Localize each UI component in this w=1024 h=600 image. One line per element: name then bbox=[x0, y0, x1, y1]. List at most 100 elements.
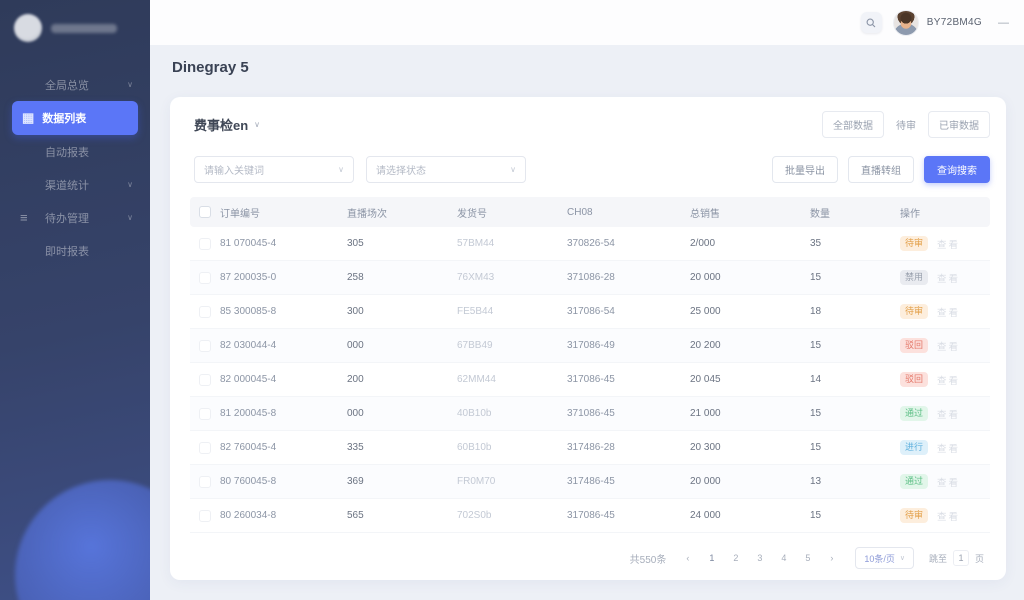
segment-3[interactable]: 已审数据 bbox=[928, 111, 990, 138]
cell-serial: 317086-45 bbox=[567, 510, 690, 521]
cell-num: 15 bbox=[810, 272, 900, 283]
cell-code: 62MM44 bbox=[457, 374, 567, 385]
cell-num: 18 bbox=[810, 306, 900, 317]
chevron-down-icon: ∨ bbox=[127, 80, 133, 89]
collapse-dash-icon[interactable]: — bbox=[998, 17, 1009, 29]
search-button[interactable] bbox=[861, 12, 882, 33]
segment-1[interactable]: 全部数据 bbox=[822, 111, 884, 138]
pagination-prev-icon[interactable]: ‹ bbox=[679, 550, 696, 567]
jump-label: 跳至 bbox=[929, 552, 947, 565]
user-avatar[interactable] bbox=[893, 10, 919, 36]
row-checkbox-cell bbox=[190, 510, 220, 522]
main-content: Dinegray 5 费事检en ∨ 全部数据待审已审数据 请输入关键词 ∨ 请… bbox=[150, 45, 1024, 600]
view-action-link[interactable]: 查看 bbox=[937, 271, 960, 285]
row-checkbox[interactable] bbox=[199, 442, 211, 454]
card-title[interactable]: 费事检en ∨ bbox=[194, 115, 260, 134]
row-checkbox[interactable] bbox=[199, 408, 211, 420]
cell-count: 258 bbox=[347, 272, 457, 283]
sidebar-item-2[interactable]: ▦ 数据列表 bbox=[12, 101, 138, 135]
view-action-link[interactable]: 查看 bbox=[937, 339, 960, 353]
chevron-down-icon: ∨ bbox=[510, 165, 516, 174]
row-checkbox[interactable] bbox=[199, 306, 211, 318]
sidebar-item-3[interactable]: 自动报表 bbox=[0, 135, 150, 168]
transfer-button[interactable]: 直播转组 bbox=[848, 156, 914, 183]
jump-input[interactable]: 1 bbox=[953, 550, 969, 566]
page-size-select[interactable]: 10条/页 ∨ bbox=[855, 547, 914, 569]
cell-code: 57BM44 bbox=[457, 238, 567, 249]
segment-2[interactable]: 待审 bbox=[894, 112, 918, 137]
chevron-down-icon: ∨ bbox=[127, 180, 133, 189]
row-checkbox[interactable] bbox=[199, 272, 211, 284]
sidebar-glow-decoration bbox=[15, 480, 150, 600]
cell-num: 15 bbox=[810, 340, 900, 351]
cell-operations: 通过查看 bbox=[900, 474, 990, 489]
pagination-next-icon[interactable]: › bbox=[823, 550, 840, 567]
page-button-5[interactable]: 5 bbox=[799, 550, 816, 567]
view-action-link[interactable]: 查看 bbox=[937, 373, 960, 387]
view-action-link[interactable]: 查看 bbox=[937, 237, 960, 251]
page-button-1[interactable]: 1 bbox=[703, 550, 720, 567]
select-all-checkbox[interactable] bbox=[199, 206, 211, 218]
cell-count: 565 bbox=[347, 510, 457, 521]
table-header-row: 订单编号直播场次发货号CH08总销售数量操作 bbox=[190, 197, 990, 227]
list-icon: ≡ bbox=[20, 210, 28, 225]
keyword-select-placeholder: 请输入关键词 bbox=[204, 162, 264, 177]
view-action-link[interactable]: 查看 bbox=[937, 441, 960, 455]
cell-amount: 20 045 bbox=[690, 374, 810, 385]
sidebar-item-1[interactable]: 全局总览∨ bbox=[0, 68, 150, 101]
cell-serial: 317086-54 bbox=[567, 306, 690, 317]
logo bbox=[0, 0, 150, 46]
page-button-4[interactable]: 4 bbox=[775, 550, 792, 567]
sidebar-item-label: 数据列表 bbox=[42, 110, 86, 126]
column-header-2[interactable]: 直播场次 bbox=[347, 205, 457, 220]
column-header-5[interactable]: 总销售 bbox=[690, 205, 810, 220]
row-checkbox[interactable] bbox=[199, 238, 211, 250]
search-icon bbox=[866, 18, 876, 28]
cell-order-id: 80 260034-8 bbox=[220, 510, 347, 521]
column-header-4[interactable]: CH08 bbox=[567, 207, 690, 218]
search-submit-button[interactable]: 查询搜索 bbox=[924, 156, 990, 183]
row-checkbox-cell bbox=[190, 272, 220, 284]
column-header-3[interactable]: 发货号 bbox=[457, 205, 567, 220]
status-badge: 待审 bbox=[900, 508, 928, 523]
cell-amount: 20 000 bbox=[690, 476, 810, 487]
chevron-down-icon: ∨ bbox=[900, 554, 905, 562]
view-action-link[interactable]: 查看 bbox=[937, 509, 960, 523]
page-button-3[interactable]: 3 bbox=[751, 550, 768, 567]
table-row-2: 87 200035-025876XM43371086-2820 00015禁用查… bbox=[190, 261, 990, 295]
page-button-2[interactable]: 2 bbox=[727, 550, 744, 567]
grid-icon: ▦ bbox=[22, 110, 34, 126]
view-action-link[interactable]: 查看 bbox=[937, 475, 960, 489]
cell-amount: 20 200 bbox=[690, 340, 810, 351]
keyword-select[interactable]: 请输入关键词 ∨ bbox=[194, 156, 354, 183]
cell-operations: 通过查看 bbox=[900, 406, 990, 421]
sidebar-item-5[interactable]: ≡待办管理∨ bbox=[0, 201, 150, 234]
cell-order-id: 82 030044-4 bbox=[220, 340, 347, 351]
sidebar-item-4[interactable]: 渠道统计∨ bbox=[0, 168, 150, 201]
row-checkbox[interactable] bbox=[199, 510, 211, 522]
table-row-1: 81 070045-430557BM44370826-542/00035待审查看 bbox=[190, 227, 990, 261]
cell-serial: 371086-28 bbox=[567, 272, 690, 283]
column-header-6[interactable]: 数量 bbox=[810, 205, 900, 220]
table-row-6: 81 200045-800040B10b371086-4521 00015通过查… bbox=[190, 397, 990, 431]
cell-count: 369 bbox=[347, 476, 457, 487]
row-checkbox[interactable] bbox=[199, 374, 211, 386]
sidebar-item-6[interactable]: 即时报表 bbox=[0, 234, 150, 267]
column-header-1[interactable]: 订单编号 bbox=[220, 205, 347, 220]
row-checkbox[interactable] bbox=[199, 340, 211, 352]
sidebar-item-label: 即时报表 bbox=[45, 243, 89, 259]
view-action-link[interactable]: 查看 bbox=[937, 407, 960, 421]
view-action-link[interactable]: 查看 bbox=[937, 305, 960, 319]
cell-count: 200 bbox=[347, 374, 457, 385]
cell-num: 15 bbox=[810, 408, 900, 419]
row-checkbox-cell bbox=[190, 408, 220, 420]
column-header-7[interactable]: 操作 bbox=[900, 205, 990, 220]
row-checkbox-cell bbox=[190, 476, 220, 488]
status-select[interactable]: 请选择状态 ∨ bbox=[366, 156, 526, 183]
cell-code: 67BB49 bbox=[457, 340, 567, 351]
row-checkbox[interactable] bbox=[199, 476, 211, 488]
export-button[interactable]: 批量导出 bbox=[772, 156, 838, 183]
status-badge: 通过 bbox=[900, 474, 928, 489]
chevron-down-icon: ∨ bbox=[127, 213, 133, 222]
cell-order-id: 85 300085-8 bbox=[220, 306, 347, 317]
